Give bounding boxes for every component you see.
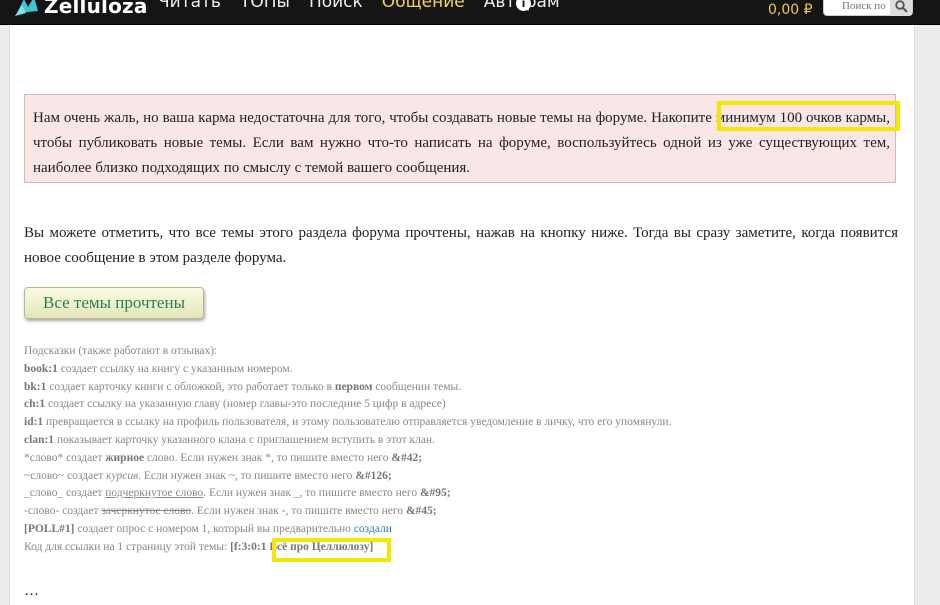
hint-text: создает ссылку на книгу с указанным номе…	[57, 362, 293, 375]
hint-text: ~слово~ создает	[24, 469, 107, 482]
hint-code: id:1	[24, 416, 44, 429]
nav-community[interactable]: Общение	[382, 0, 465, 12]
hint-book: book:1 создает ссылку на книгу с указанн…	[24, 361, 904, 379]
hint-code: bk:1	[24, 380, 47, 393]
hint-text: сообщении темы.	[372, 380, 462, 393]
hint-code: &#95;	[419, 487, 451, 500]
hint-strike-format: -слово- создает зачеркнутое слово. Если …	[24, 503, 904, 521]
mark-all-read-button[interactable]: Все темы прочтены	[24, 287, 204, 319]
hint-code: &#42;	[391, 451, 423, 464]
hint-code: [POLL#1]	[24, 522, 75, 535]
hint-text: создает опрос с номером 1, который вы пр…	[74, 522, 354, 535]
logo-text: Zelluloza	[44, 0, 148, 18]
hint-text: _слово_ создает	[24, 487, 106, 500]
hint-clan: clan:1 показывает карточку указанного кл…	[24, 432, 904, 450]
nav-tops[interactable]: ТОПы	[240, 0, 290, 12]
hint-text: *слово* создает	[24, 451, 106, 464]
hint-id: id:1 превращается в ссылку на профиль по…	[24, 414, 904, 432]
hint-code: &#126;	[355, 469, 392, 482]
logo[interactable]: Zelluloza	[14, 0, 148, 21]
top-navbar: Zelluloza Читать ТОПы Поиск Общение Авто…	[0, 0, 940, 25]
hint-text: создает ссылку на указанную главу (номер…	[45, 398, 446, 411]
hints-title: Подсказки (также работают в отзывах):	[24, 345, 218, 357]
film-reel-icon	[15, 0, 38, 16]
hint-italic-sample: курсив	[106, 469, 139, 482]
hint-poll: [POLL#1] создает опрос с номером 1, кото…	[24, 521, 904, 539]
search-button[interactable]	[890, 0, 912, 16]
hint-italic-format: ~слово~ создает курсив. Если нужен знак …	[24, 468, 904, 486]
nav-read[interactable]: Читать	[158, 0, 221, 12]
search-icon	[894, 0, 908, 13]
cut-off-text: …	[24, 583, 39, 599]
hint-text: слово. Если нужен знак *, то пишите вмес…	[144, 451, 392, 464]
hint-bk: bk:1 создает карточку книги с обложкой, …	[24, 379, 904, 397]
hint-strike-sample: зачеркнутое слово	[101, 505, 192, 518]
hint-bold-sample: жирное	[105, 451, 145, 464]
mark-read-description: Вы можете отметить, что все темы этого р…	[24, 225, 898, 266]
hint-text: превращается в ссылку на профиль пользов…	[43, 416, 672, 429]
hint-text: . Если нужен знак ~, то пишите вместо не…	[138, 469, 356, 482]
alert-text: Нам очень жаль, но ваша карма недостаточ…	[33, 110, 890, 176]
hint-ch: ch:1 создает ссылку на указанную главу (…	[24, 396, 904, 414]
hint-code: book:1	[24, 362, 58, 375]
content-area: Нам очень жаль, но ваша карма недостаточ…	[9, 25, 915, 605]
karma-alert: Нам очень жаль, но ваша карма недостаточ…	[24, 94, 896, 183]
balance[interactable]: 0,00 ₽	[768, 2, 813, 18]
hint-text: создает карточку книги с обложкой, это р…	[46, 380, 335, 393]
hint-text: . Если нужен знак -, то пишите вместо не…	[191, 505, 406, 518]
hint-bold-format: *слово* создает жирное слово. Если нужен…	[24, 450, 904, 468]
hint-text: . Если нужен знак _, то пишите вместо не…	[203, 487, 420, 500]
poll-create-link[interactable]: создали	[354, 523, 392, 535]
hint-underline-format: _слово_ создает подчеркнутое слово. Если…	[24, 485, 904, 503]
hint-text: показывает карточку указанного клана с п…	[54, 433, 436, 446]
nav-search[interactable]: Поиск	[309, 0, 363, 12]
hint-code: ch:1	[24, 398, 46, 411]
hint-text: Код для ссылки на 1 страницу этой темы:	[24, 540, 231, 553]
hint-code: &#45;	[405, 505, 437, 518]
hint-text: -слово- создает	[24, 505, 102, 518]
hint-bold: первом	[334, 380, 373, 393]
topic-link-code: [f:3:0:1 Всё про Целлюлозу]	[230, 540, 374, 553]
hint-code: clan:1	[24, 433, 55, 446]
formatting-hints: Подсказки (также работают в отзывах): bo…	[24, 343, 904, 557]
hint-underline-sample: подчеркнутое слово	[105, 487, 204, 500]
hint-topic-link: Код для ссылки на 1 страницу этой темы: …	[24, 539, 904, 557]
